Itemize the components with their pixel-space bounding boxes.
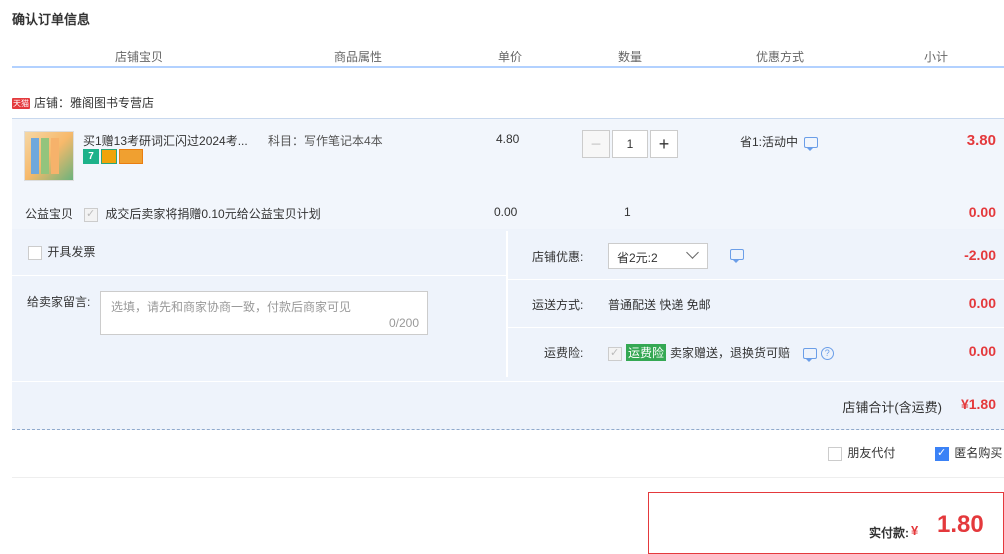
credit-card-icon[interactable] bbox=[119, 149, 143, 164]
message-counter: 0/200 bbox=[388, 316, 419, 330]
invoice-checkbox[interactable] bbox=[28, 245, 42, 260]
shop-total-label: 店铺合计(含运费) bbox=[842, 400, 942, 415]
insurance-tag: 运费险 bbox=[626, 344, 667, 361]
payment-label: 实付款: bbox=[869, 526, 909, 540]
charity-desc: 成交后卖家将捐赠0.10元给公益宝贝计划 bbox=[84, 205, 321, 222]
insurance-label: 运费险: bbox=[544, 346, 584, 360]
insurance-amount: 0.00 bbox=[968, 343, 996, 359]
shop-total-row: 店铺合计(含运费) ¥1.80 bbox=[12, 381, 1004, 430]
payment-amount: 1.80 bbox=[937, 511, 984, 538]
charity-label: 公益宝贝 bbox=[25, 207, 74, 221]
shipping-label: 运送方式: bbox=[532, 298, 584, 312]
anonymous-label: 匿名购买 bbox=[954, 446, 1003, 460]
right-panel: 店铺优惠: 省2元:2 -2.00 运送方式: 普通配送 快递 免邮 0.00 … bbox=[508, 231, 1004, 377]
col-promotion: 优惠方式 bbox=[756, 50, 805, 64]
friend-pay-checkbox[interactable] bbox=[828, 446, 842, 461]
chat-icon[interactable] bbox=[804, 137, 819, 152]
left-panel: 开具发票 给卖家留言: 选填，请先和商家协商一致，付款后商家可见 0/200 bbox=[12, 231, 506, 377]
tmall-icon: 天猫 bbox=[12, 98, 30, 110]
decrease-button[interactable]: − bbox=[582, 130, 610, 158]
charity-subtotal: 0.00 bbox=[968, 204, 996, 220]
invoice-option[interactable]: 开具发票 bbox=[28, 243, 95, 260]
service-badges: 7 bbox=[83, 149, 145, 164]
charity-count: 1 bbox=[624, 205, 631, 219]
message-label: 给卖家留言: bbox=[27, 295, 91, 309]
guarantee-icon[interactable] bbox=[101, 149, 117, 164]
shop-discount-value: 省2元:2 bbox=[617, 251, 658, 265]
charity-checkbox bbox=[84, 207, 98, 222]
column-header: 店铺宝贝 商品属性 单价 数量 优惠方式 小计 bbox=[12, 46, 1004, 68]
seven-day-return-icon[interactable]: 7 bbox=[83, 149, 99, 164]
unit-price: 4.80 bbox=[496, 132, 520, 146]
product-thumbnail[interactable] bbox=[24, 131, 74, 181]
order-item: 买1赠13考研词汇闪过2024考... 科目：写作笔记本4本 7 4.80 − … bbox=[12, 119, 1004, 229]
item-subtotal: 3.80 bbox=[966, 132, 996, 149]
page-title: 确认订单信息 bbox=[12, 12, 91, 27]
promotion-text: 省1:活动中 bbox=[740, 135, 799, 149]
chevron-down-icon bbox=[686, 246, 699, 259]
payment-currency: ¥ bbox=[911, 523, 919, 538]
charity-desc-text: 成交后卖家将捐赠0.10元给公益宝贝计划 bbox=[105, 207, 321, 221]
col-shop-items: 店铺宝贝 bbox=[115, 50, 164, 64]
quantity-input[interactable]: 1 bbox=[612, 130, 648, 158]
charity-amount: 0.00 bbox=[494, 205, 518, 219]
insurance-value: 运费险卖家赠送，退换货可赔 ? bbox=[608, 344, 834, 363]
increase-button[interactable]: + bbox=[650, 130, 678, 158]
shipping-amount: 0.00 bbox=[968, 295, 996, 311]
col-attributes: 商品属性 bbox=[334, 50, 383, 64]
charity-row: 公益宝贝 成交后卖家将捐赠0.10元给公益宝贝计划 0.00 1 0.00 bbox=[12, 197, 1004, 227]
order-box: 买1赠13考研词汇闪过2024考... 科目：写作笔记本4本 7 4.80 − … bbox=[12, 118, 1004, 430]
shipping-value: 普通配送 快递 免邮 bbox=[608, 298, 711, 312]
invoice-label: 开具发票 bbox=[47, 245, 96, 259]
insurance-text: 卖家赠送，退换货可赔 bbox=[670, 346, 791, 360]
insurance-row: 运费险: 运费险卖家赠送，退换货可赔 ? 0.00 bbox=[508, 327, 1004, 375]
shipping-row: 运送方式: 普通配送 快递 免邮 0.00 bbox=[508, 279, 1004, 328]
product-name[interactable]: 买1赠13考研词汇闪过2024考... bbox=[83, 132, 248, 149]
shop-name[interactable]: 店铺：雅阁图书专营店 bbox=[34, 96, 154, 110]
shop-header: 天猫 店铺：雅阁图书专营店 bbox=[12, 94, 154, 111]
message-input[interactable]: 选填，请先和商家协商一致，付款后商家可见 0/200 bbox=[100, 291, 428, 335]
help-icon[interactable]: ? bbox=[820, 347, 834, 361]
chat-icon[interactable] bbox=[803, 348, 818, 363]
chat-icon[interactable] bbox=[730, 249, 744, 263]
friend-pay-label: 朋友代付 bbox=[847, 446, 896, 460]
insurance-checkbox bbox=[608, 346, 622, 361]
col-quantity: 数量 bbox=[618, 50, 643, 64]
friend-pay-option[interactable]: 朋友代付 bbox=[828, 444, 895, 461]
shop-discount-label: 店铺优惠: bbox=[532, 250, 584, 264]
message-placeholder: 选填，请先和商家协商一致，付款后商家可见 bbox=[111, 300, 352, 314]
anonymous-checkbox[interactable] bbox=[935, 446, 949, 461]
shop-total-value: ¥1.80 bbox=[960, 396, 996, 412]
col-price: 单价 bbox=[498, 50, 523, 64]
shop-discount-select[interactable]: 省2元:2 bbox=[608, 243, 708, 269]
product-attribute: 科目：写作笔记本4本 bbox=[268, 134, 383, 148]
promotion: 省1:活动中 bbox=[740, 133, 819, 152]
shop-discount-row: 店铺优惠: 省2元:2 -2.00 bbox=[508, 231, 1004, 280]
payment-box: 实付款: ¥ 1.80 bbox=[648, 492, 1004, 554]
shop-discount-amount: -2.00 bbox=[964, 247, 996, 263]
anonymous-option[interactable]: 匿名购买 bbox=[935, 444, 1002, 461]
col-subtotal: 小计 bbox=[924, 50, 949, 64]
